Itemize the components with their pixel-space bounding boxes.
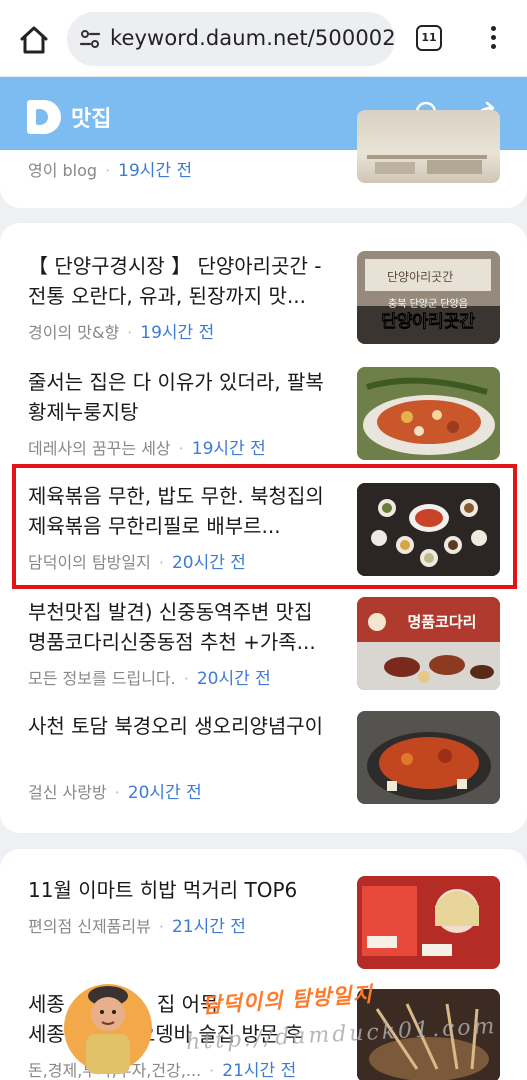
- thumb-caption-small: 충북 단양군 단양읍: [388, 298, 468, 310]
- site-info-icon[interactable]: [79, 28, 101, 50]
- list-item[interactable]: 【 단양구경시장 】 단양아리곳간 - 전통 오란다, 유과, 된장까지 맛..…: [0, 251, 527, 361]
- item-title[interactable]: 부천맛집 발견) 신중동역주변 맛집 명품코다리신중동점 추천 +가족...: [28, 597, 340, 657]
- item-time: 20시간 전: [127, 783, 202, 803]
- item-source: 영이 blog: [28, 161, 98, 180]
- watermark-avatar: [64, 970, 152, 1078]
- item-time: 21시간 전: [222, 1061, 297, 1080]
- list-item-meta: 편의점 신제품리뷰 · 21시간 전: [28, 917, 246, 937]
- list-item-meta: 영이 blog · 19시간 전: [28, 161, 193, 181]
- item-title[interactable]: 【 단양구경시장 】 단양아리곳간 - 전통 오란다, 유과, 된장까지 맛..…: [28, 251, 340, 311]
- list-item[interactable]: 부천맛집 발견) 신중동역주변 맛집 명품코다리신중동점 추천 +가족... 모…: [0, 597, 527, 707]
- list-item-meta: 모든 정보를 드립니다. · 20시간 전: [28, 669, 271, 689]
- item-source: 경이의 맛&향: [28, 323, 120, 342]
- item-title-line1: 세종: [28, 992, 65, 1016]
- item-source: 편의점 신제품리뷰: [28, 917, 151, 936]
- item-thumbnail[interactable]: 충북 단양군 단양읍 단양아리곳간 단양아리곳간: [357, 251, 500, 344]
- result-card-previous: 영이 blog · 19시간 전: [0, 110, 527, 208]
- item-time: 19시간 전: [118, 161, 193, 181]
- item-time: 19시간 전: [191, 439, 266, 459]
- daum-logo[interactable]: [27, 100, 61, 134]
- list-item[interactable]: 줄서는 집은 다 이유가 있더라, 팔복 황제누룽지탕 데레사의 꿈꾸는 세상 ·…: [0, 367, 527, 477]
- item-thumbnail[interactable]: 명품코다리: [357, 597, 500, 690]
- item-source: 모든 정보를 드립니다.: [28, 669, 176, 688]
- page-title: 맛집: [71, 107, 112, 132]
- item-thumbnail[interactable]: [357, 876, 500, 969]
- thumb-sign: 단양아리곳간: [387, 270, 453, 284]
- result-card: 【 단양구경시장 】 단양아리곳간 - 전통 오란다, 유과, 된장까지 맛..…: [0, 223, 527, 833]
- browser-toolbar: keyword.daum.net/5000028 11: [0, 0, 527, 77]
- item-title[interactable]: 11월 이마트 히밥 먹거리 TOP6: [28, 875, 340, 905]
- item-source: 걸신 사랑방: [28, 783, 107, 802]
- thumb-sign: 명품코다리: [407, 613, 476, 631]
- item-title-line2: 세종: [28, 1022, 65, 1046]
- item-source: 담덕이의 탐방일지: [28, 553, 151, 572]
- item-title[interactable]: 사천 토담 북경오리 생오리양념구이: [28, 711, 340, 741]
- list-item[interactable]: 제육볶음 무한, 밥도 무한. 북청집의 제육볶음 무한리필로 배부르... 담…: [0, 481, 527, 591]
- url-text: keyword.daum.net/5000028: [110, 26, 395, 50]
- list-item-meta: 담덕이의 탐방일지 · 20시간 전: [28, 553, 246, 573]
- item-time: 20시간 전: [171, 553, 246, 573]
- item-title[interactable]: 제육볶음 무한, 밥도 무한. 북청집의 제육볶음 무한리필로 배부르...: [28, 481, 340, 541]
- home-icon[interactable]: [14, 20, 54, 60]
- more-menu-icon[interactable]: [483, 24, 503, 54]
- url-bar[interactable]: keyword.daum.net/5000028: [67, 12, 395, 66]
- item-thumbnail[interactable]: [357, 367, 500, 460]
- list-item[interactable]: 11월 이마트 히밥 먹거리 TOP6 편의점 신제품리뷰 · 21시간 전: [0, 875, 527, 985]
- list-item[interactable]: 사천 토담 북경오리 생오리양념구이 걸신 사랑방 · 20시간 전: [0, 711, 527, 821]
- item-time: 21시간 전: [171, 917, 246, 937]
- item-time: 20시간 전: [196, 669, 271, 689]
- item-source: 데레사의 꿈꾸는 세상: [28, 439, 171, 458]
- item-thumbnail[interactable]: [357, 711, 500, 804]
- item-thumbnail[interactable]: [357, 110, 500, 183]
- tab-switcher-icon[interactable]: 11: [416, 25, 442, 51]
- list-item-meta: 데레사의 꿈꾸는 세상 · 19시간 전: [28, 439, 266, 459]
- list-item-meta: 걸신 사랑방 · 20시간 전: [28, 783, 202, 803]
- item-time: 19시간 전: [140, 323, 215, 343]
- thumb-caption-large: 단양아리곳간: [381, 312, 475, 332]
- list-item-meta: 경이의 맛&향 · 19시간 전: [28, 323, 215, 343]
- item-title[interactable]: 줄서는 집은 다 이유가 있더라, 팔복 황제누룽지탕: [28, 367, 340, 427]
- item-thumbnail[interactable]: [357, 483, 500, 576]
